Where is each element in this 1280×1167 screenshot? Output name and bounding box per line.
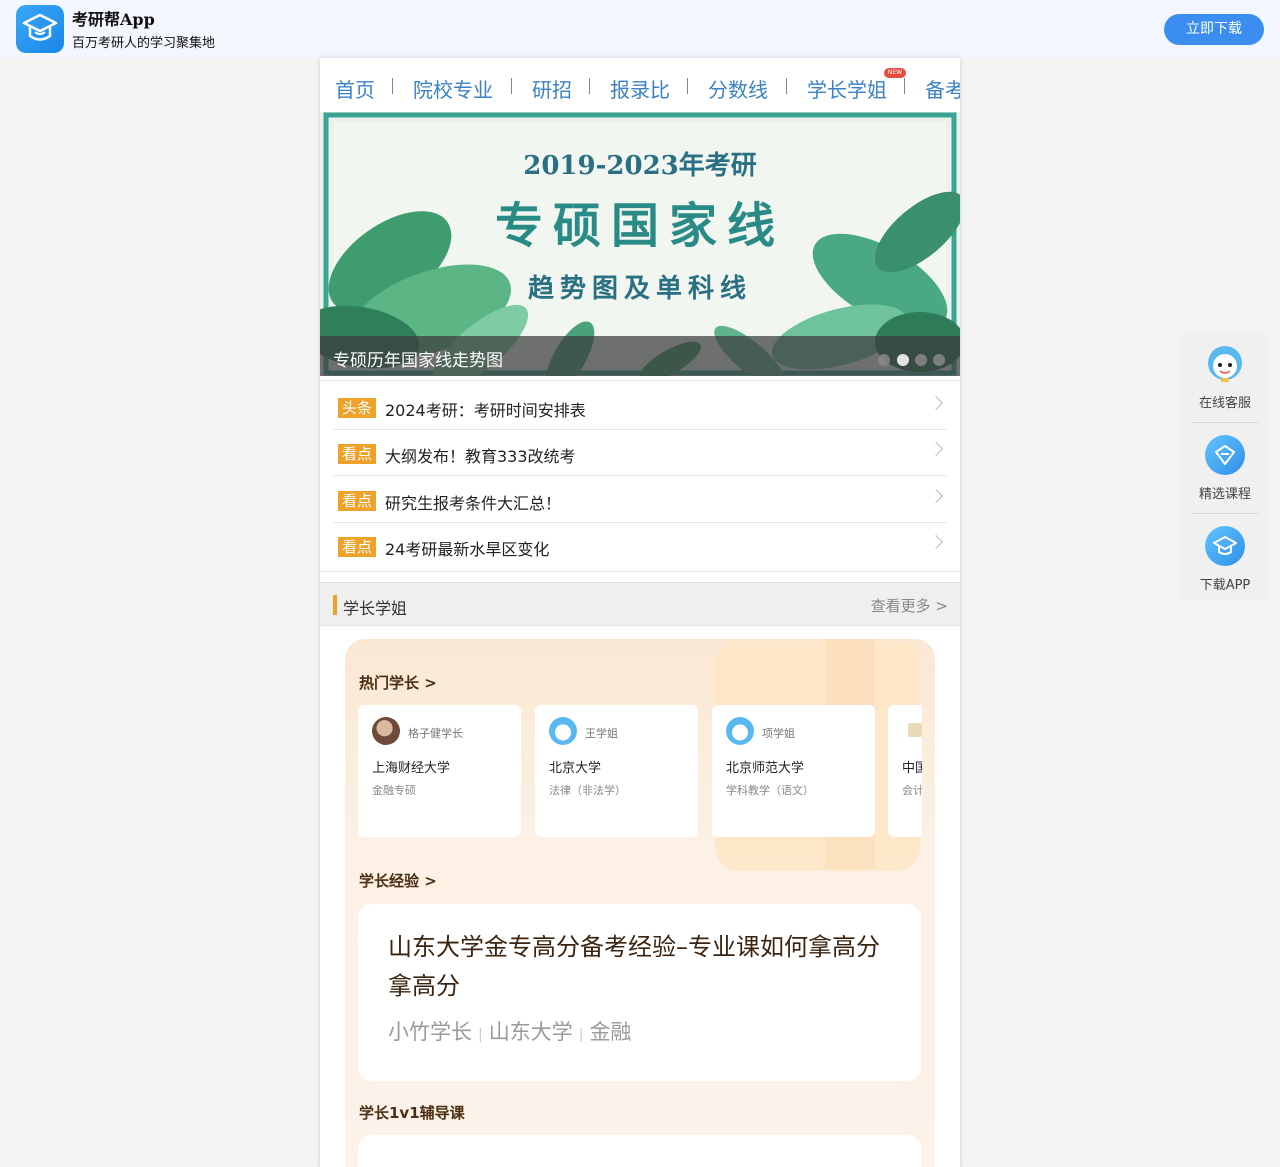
download-now-button[interactable]: 立即下载	[1164, 14, 1264, 45]
nav-separator	[687, 78, 688, 94]
experience-meta: 小竹学长 | 山东大学 | 金融	[388, 1016, 631, 1046]
section-accent-bar	[333, 595, 337, 615]
mentors-section-header: 学长学姐 查看更多 >	[320, 582, 960, 626]
new-badge: NEW	[884, 68, 906, 78]
nav-separator	[511, 78, 512, 94]
mentor-major: 法律（非法学）	[549, 784, 626, 797]
top-nav: 首页 院校专业 研招 报录比 分数线 学长学姐 NEW 备考	[320, 58, 960, 110]
nav-item-home[interactable]: 首页	[335, 74, 375, 103]
mentor-carousel[interactable]: 格子健学长 上海财经大学 金融专硕 王学姐 北京大学 法律（非法学） 项学姐 北…	[358, 705, 922, 839]
selected-courses-label: 精选课程	[1198, 487, 1251, 502]
carousel-dot[interactable]	[878, 354, 890, 366]
app-slogan: 百万考研人的学习聚集地	[72, 36, 216, 51]
mentors-card: 热门学长 > 格子健学长 上海财经大学 金融专硕 王学姐 北京大学 法律（非法学…	[345, 639, 935, 1167]
course-card[interactable]	[358, 1135, 921, 1167]
course-icon	[1205, 435, 1245, 475]
course-title[interactable]: 学长1v1辅导课	[359, 1102, 465, 1123]
nav-item-mentors[interactable]: 学长学姐	[807, 74, 887, 103]
news-title[interactable]: 大纲发布！教育333改统考	[385, 443, 576, 467]
experience-card[interactable]: 山东大学金专高分备考经验–专业课如何拿高分拿高分 小竹学长 | 山东大学 | 金融	[358, 904, 921, 1081]
news-item[interactable]: 头条 2024考研：考研时间安排表	[333, 383, 947, 430]
experience-author: 小竹学长	[388, 1020, 472, 1044]
mentor-major: 会计	[902, 784, 922, 797]
avatar	[549, 717, 577, 745]
mentor-name: 王学姐	[585, 727, 618, 740]
mentor-school: 中国	[902, 761, 922, 776]
mentor-card[interactable]: 格子健学长 上海财经大学 金融专硕	[358, 705, 521, 837]
banner-caption-bar: 专硕历年国家线走势图	[320, 336, 960, 376]
meta-separator: |	[578, 1027, 584, 1043]
carousel-dot[interactable]	[915, 354, 927, 366]
mentor-name: 格子健学长	[408, 727, 463, 740]
chevron-right-icon	[928, 441, 944, 457]
mentor-name: 项学姐	[762, 727, 795, 740]
mentor-school: 上海财经大学	[372, 761, 451, 776]
section-title: 学长学姐	[343, 599, 408, 618]
news-list: 头条 2024考研：考研时间安排表 看点 大纲发布！教育333改统考 看点 研究…	[320, 380, 960, 572]
selected-courses-button[interactable]: 精选课程	[1181, 423, 1269, 513]
news-title[interactable]: 2024考研：考研时间安排表	[385, 397, 586, 421]
news-tag: 看点	[338, 444, 377, 464]
news-title[interactable]: 研究生报考条件大汇总！	[385, 490, 561, 514]
download-app-button[interactable]: 下载APP	[1181, 514, 1269, 604]
graduation-cap-icon[interactable]	[16, 5, 64, 53]
news-item[interactable]: 看点 研究生报考条件大汇总！	[333, 476, 947, 523]
app-title: 考研帮App	[72, 10, 155, 29]
banner-main-line: 专硕国家线	[495, 198, 785, 254]
hot-mentors-title[interactable]: 热门学长 >	[359, 672, 437, 693]
nav-separator	[904, 78, 905, 94]
avatar	[908, 723, 922, 737]
chevron-right-icon	[928, 395, 944, 411]
meta-separator: |	[478, 1027, 483, 1043]
news-tag: 头条	[338, 398, 377, 418]
news-title[interactable]: 24考研最新水旱区变化	[385, 536, 549, 560]
download-app-label: 下载APP	[1199, 578, 1251, 593]
main-column: 首页 院校专业 研招 报录比 分数线 学长学姐 NEW 备考 2019-2023…	[320, 58, 960, 1167]
mentor-card[interactable]: 项学姐 北京师范大学 学科教学（语文）	[712, 705, 875, 837]
top-app-bar: 考研帮App 百万考研人的学习聚集地 立即下载	[0, 0, 1280, 58]
chevron-right-icon	[928, 488, 944, 504]
nav-item-admission[interactable]: 研招	[532, 74, 572, 103]
carousel-dot[interactable]	[933, 354, 945, 366]
mentor-card[interactable]: 王学姐 北京大学 法律（非法学）	[535, 705, 698, 837]
experience-school: 山东大学	[488, 1020, 573, 1044]
view-more-link[interactable]: 查看更多 >	[871, 595, 948, 616]
carousel-dot-active[interactable]	[897, 354, 909, 366]
side-panel: 在线客服 精选课程 下载APP	[1181, 332, 1269, 600]
banner-sub-line: 趋势图及单科线	[528, 274, 752, 304]
avatar	[372, 717, 400, 745]
chevron-right-icon	[928, 534, 944, 550]
nav-item-prep[interactable]: 备考	[925, 74, 960, 103]
nav-separator	[392, 78, 393, 94]
banner-caption[interactable]: 专硕历年国家线走势图	[333, 346, 503, 371]
nav-separator	[589, 78, 590, 94]
nav-item-schools[interactable]: 院校专业	[413, 74, 493, 103]
customer-service-icon	[1208, 346, 1242, 382]
news-item[interactable]: 看点 大纲发布！教育333改统考	[333, 429, 947, 476]
banner-year-line: 2019-2023年考研	[523, 150, 757, 181]
experience-title[interactable]: 学长经验 >	[359, 870, 437, 891]
mentor-major: 学科教学（语文）	[726, 784, 814, 797]
mentor-school: 北京师范大学	[726, 761, 805, 776]
download-app-icon	[1205, 526, 1245, 566]
mentor-major: 金融专硕	[372, 784, 416, 797]
news-item[interactable]: 看点 24考研最新水旱区变化	[333, 522, 947, 568]
experience-major: 金融	[589, 1020, 632, 1044]
nav-item-ratio[interactable]: 报录比	[610, 74, 670, 103]
banner-carousel[interactable]: 2019-2023年考研 专硕国家线 趋势图及单科线 专硕历年国家线走势图	[320, 112, 960, 376]
avatar	[726, 717, 754, 745]
news-tag: 看点	[338, 537, 377, 557]
online-service-label: 在线客服	[1198, 396, 1251, 411]
mentor-school: 北京大学	[549, 761, 602, 776]
online-service-button[interactable]: 在线客服	[1181, 332, 1269, 422]
news-tag: 看点	[338, 491, 377, 511]
experience-article-title[interactable]: 山东大学金专高分备考经验–专业课如何拿高分拿高分	[388, 928, 898, 1006]
nav-item-scores[interactable]: 分数线	[708, 74, 768, 103]
mentor-card[interactable]: 中国 会计	[888, 705, 922, 837]
nav-separator	[786, 78, 787, 94]
